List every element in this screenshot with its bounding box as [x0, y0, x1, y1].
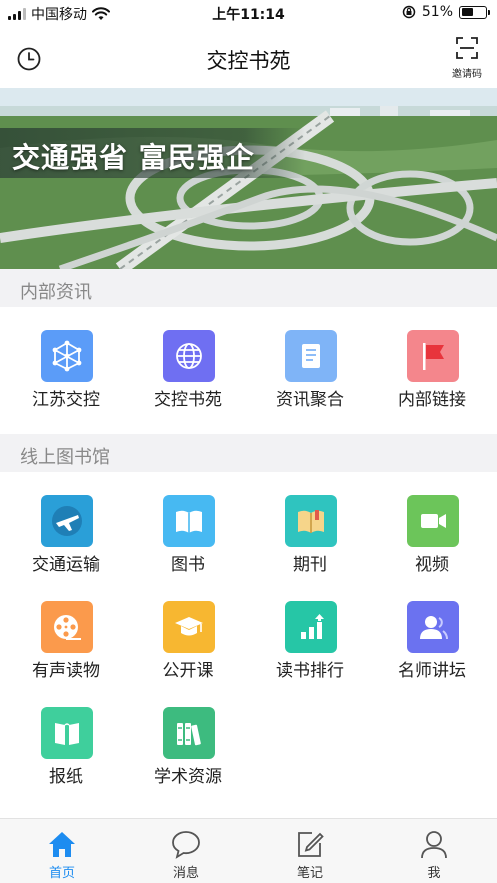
section-header-internal: 内部资讯: [0, 269, 497, 307]
grid-label: 交通运输: [32, 555, 100, 575]
grid-item-internal-links[interactable]: 内部链接: [370, 330, 494, 430]
grid-item-academic-resources[interactable]: 学术资源: [126, 707, 250, 807]
grid-label: 内部链接: [398, 390, 466, 410]
document-icon: [285, 330, 337, 382]
book-icon: [163, 495, 215, 547]
globe-icon: [163, 330, 215, 382]
grid-label: 江苏交控: [32, 390, 100, 410]
newspaper-icon: [41, 707, 93, 759]
tab-bar: 首页 消息 笔记 我: [0, 818, 497, 883]
grid-item-jiaokong-shuyuan[interactable]: 交控书苑: [126, 330, 250, 430]
grid-item-audiobooks[interactable]: 有声读物: [4, 601, 128, 701]
flag-icon: [407, 330, 459, 382]
invite-code-button[interactable]: 邀请码: [449, 36, 485, 80]
users-icon: [407, 601, 459, 653]
grid-item-books[interactable]: 图书: [126, 495, 250, 595]
network-icon: [41, 330, 93, 382]
page-title: 交控书苑: [206, 49, 291, 73]
highway-interchange-image: [0, 88, 497, 269]
battery-icon: [459, 5, 490, 19]
journal-icon: [285, 495, 337, 547]
user-icon: [421, 831, 447, 859]
grid-label: 视频: [415, 555, 449, 575]
grid-label: 名师讲坛: [398, 661, 466, 681]
graduation-cap-icon: [163, 601, 215, 653]
grid-item-newspapers[interactable]: 报纸: [4, 707, 128, 807]
books-shelf-icon: [163, 707, 215, 759]
scan-qr-icon: [456, 37, 478, 59]
grid-item-videos[interactable]: 视频: [370, 495, 494, 595]
battery-fill: [461, 8, 474, 16]
grid-label: 学术资源: [154, 767, 222, 787]
status-bar: 中国移动 上午11:14 51%: [0, 0, 497, 26]
grid-label: 有声读物: [32, 661, 100, 681]
grid-label: 期刊: [293, 555, 327, 575]
grid-item-transportation[interactable]: 交通运输: [4, 495, 128, 595]
tab-home[interactable]: 首页: [0, 819, 124, 883]
banner-carousel[interactable]: 交通强省 富民强企: [0, 88, 497, 269]
grid-item-news-aggregation[interactable]: 资讯聚合: [248, 330, 372, 430]
tab-me[interactable]: 我: [372, 819, 496, 883]
grid-item-reading-ranking[interactable]: 读书排行: [248, 601, 372, 701]
tab-label: 我: [427, 866, 441, 881]
invite-code-label: 邀请码: [452, 69, 482, 80]
tab-messages[interactable]: 消息: [124, 819, 248, 883]
tab-label: 首页: [48, 866, 75, 881]
section-title-internal: 内部资讯: [20, 282, 92, 303]
grid-item-famous-lectures[interactable]: 名师讲坛: [370, 601, 494, 701]
airplane-icon: [41, 495, 93, 547]
grid-item-jiangsu-jiaokong[interactable]: 江苏交控: [4, 330, 128, 430]
home-icon: [49, 832, 75, 857]
status-right: 51%: [402, 4, 490, 20]
grid-label: 图书: [171, 555, 205, 575]
banner-slogan: 交通强省 富民强企: [12, 141, 255, 174]
grid-label: 读书排行: [276, 661, 344, 681]
message-icon: [172, 831, 200, 859]
battery-percent: 51%: [421, 4, 453, 20]
section-title-library: 线上图书馆: [20, 447, 110, 468]
bar-chart-icon: [285, 601, 337, 653]
tab-notes[interactable]: 笔记: [248, 819, 372, 883]
grid-label: 公开课: [162, 661, 214, 681]
grid-label: 报纸: [49, 767, 83, 787]
grid-item-open-courses[interactable]: 公开课: [126, 601, 250, 701]
grid-label: 交控书苑: [154, 390, 222, 410]
tab-label: 笔记: [296, 866, 323, 881]
note-edit-icon: [298, 832, 324, 857]
video-camera-icon: [407, 495, 459, 547]
nav-bar: 交控书苑 邀请码: [0, 26, 497, 88]
grid-item-journals[interactable]: 期刊: [248, 495, 372, 595]
section-header-library: 线上图书馆: [0, 434, 497, 472]
film-reel-icon: [41, 601, 93, 653]
orientation-lock-icon: [402, 5, 416, 19]
grid-label: 资讯聚合: [276, 390, 344, 410]
tab-label: 消息: [172, 866, 199, 881]
